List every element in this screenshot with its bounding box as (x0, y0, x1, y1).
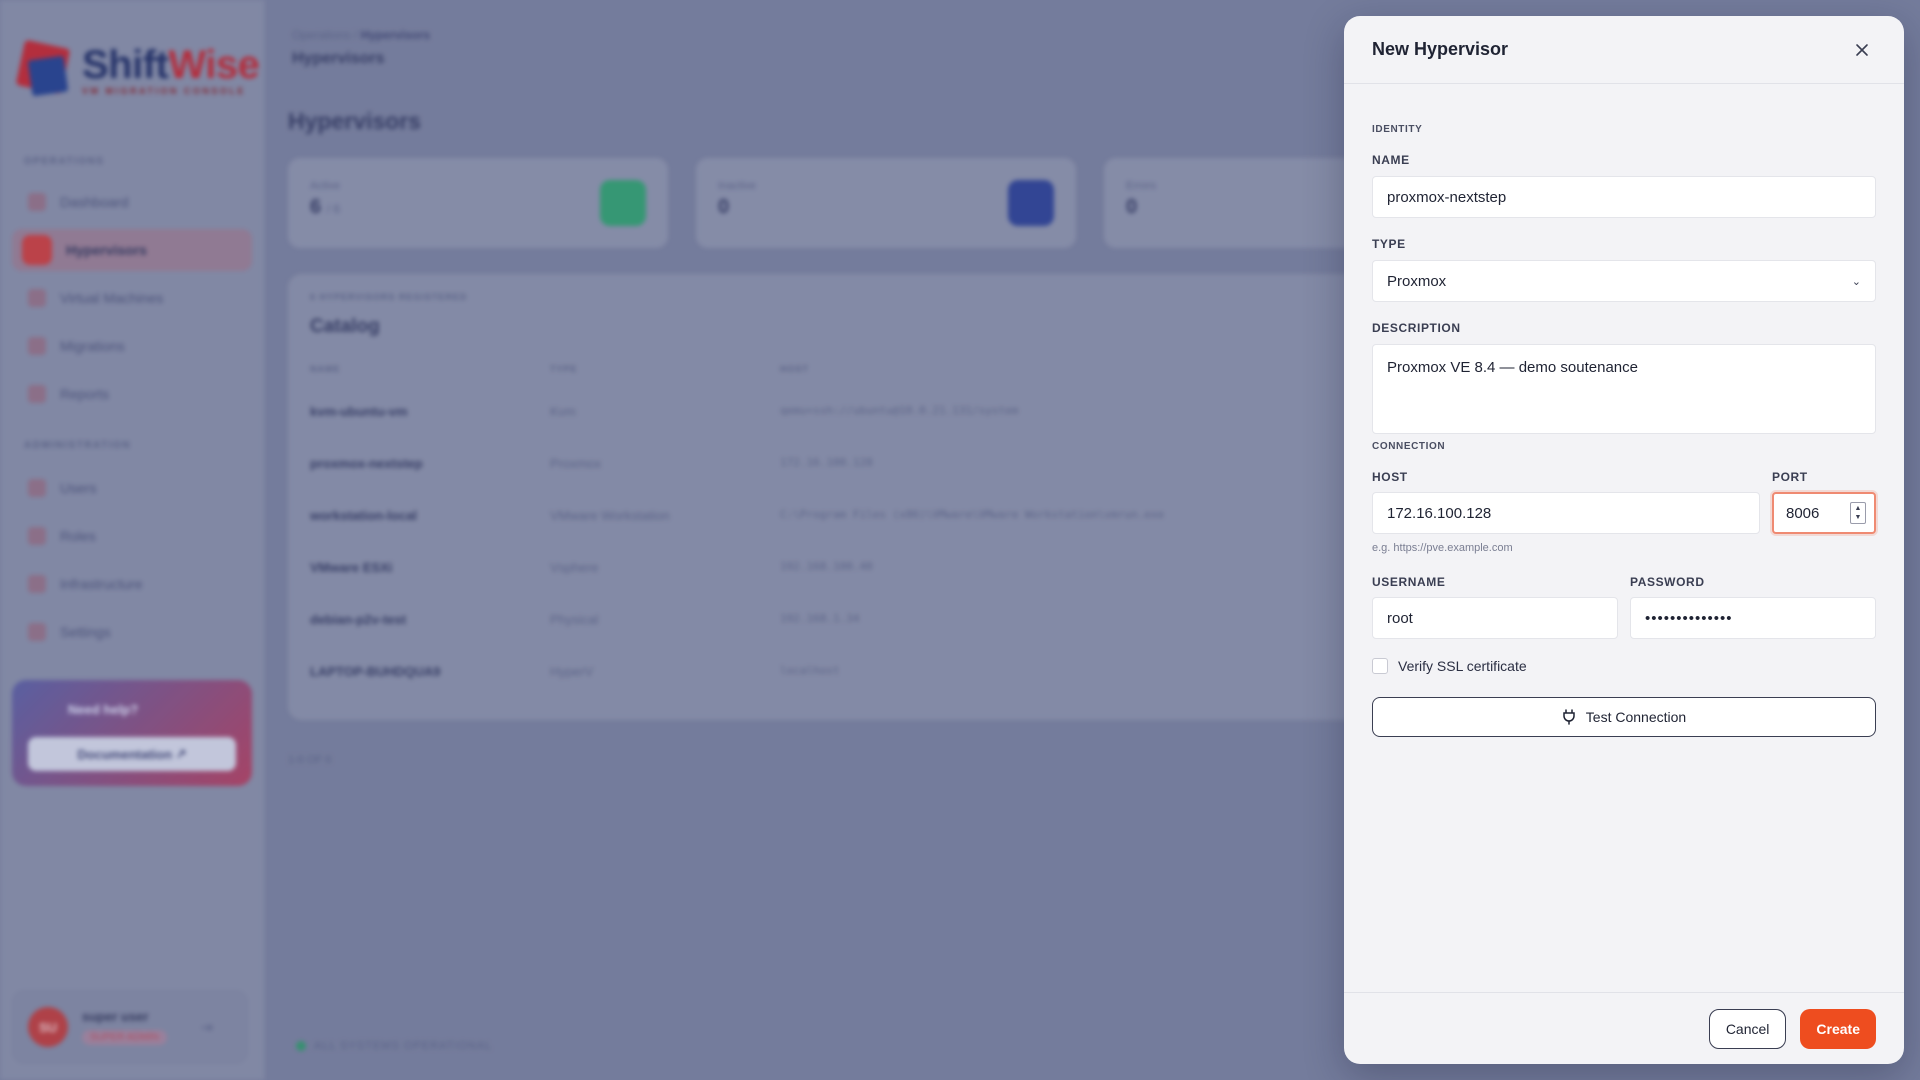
host-hint: e.g. https://pve.example.com (1372, 542, 1513, 554)
dialog-title: New Hypervisor (1372, 39, 1509, 59)
section-identity: IDENTITY (1372, 124, 1423, 135)
port-input[interactable]: 8006 ▲ ▼ (1772, 492, 1876, 534)
description-textarea[interactable]: Proxmox VE 8.4 — demo soutenance (1372, 344, 1876, 434)
test-connection-button[interactable]: Test Connection (1372, 697, 1876, 737)
username-input[interactable] (1372, 597, 1618, 639)
new-hypervisor-dialog: New Hypervisor IDENTITY NAME TYPE Proxmo… (1344, 16, 1904, 1064)
host-label: HOST (1372, 470, 1408, 484)
stepper-icon[interactable]: ▲ ▼ (1850, 502, 1866, 524)
verify-ssl-checkbox[interactable] (1372, 658, 1388, 674)
create-button[interactable]: Create (1800, 1008, 1876, 1049)
type-select-value: Proxmox (1387, 272, 1447, 290)
cancel-button[interactable]: Cancel (1708, 1008, 1787, 1049)
test-connection-label: Test Connection (1585, 709, 1687, 725)
plug-icon (1563, 709, 1575, 725)
name-input[interactable] (1372, 176, 1876, 218)
host-input[interactable] (1372, 492, 1760, 534)
close-icon[interactable] (1848, 36, 1876, 64)
type-select[interactable]: Proxmox ⌄ (1372, 260, 1876, 302)
chevron-down-icon: ⌄ (1851, 275, 1861, 288)
dialog-footer: Cancel Create (1344, 992, 1904, 1064)
section-connection: CONNECTION (1372, 441, 1446, 452)
username-label: USERNAME (1372, 575, 1446, 589)
password-input[interactable]: •••••••••••••• (1630, 597, 1876, 639)
port-value: 8006 (1786, 504, 1820, 522)
description-label: DESCRIPTION (1372, 321, 1461, 335)
port-label: PORT (1772, 470, 1808, 484)
type-label: TYPE (1372, 237, 1406, 251)
name-label: NAME (1372, 153, 1410, 167)
dialog-header: New Hypervisor (1344, 16, 1904, 84)
password-label: PASSWORD (1630, 575, 1705, 589)
verify-ssl-label[interactable]: Verify SSL certificate (1398, 658, 1527, 674)
